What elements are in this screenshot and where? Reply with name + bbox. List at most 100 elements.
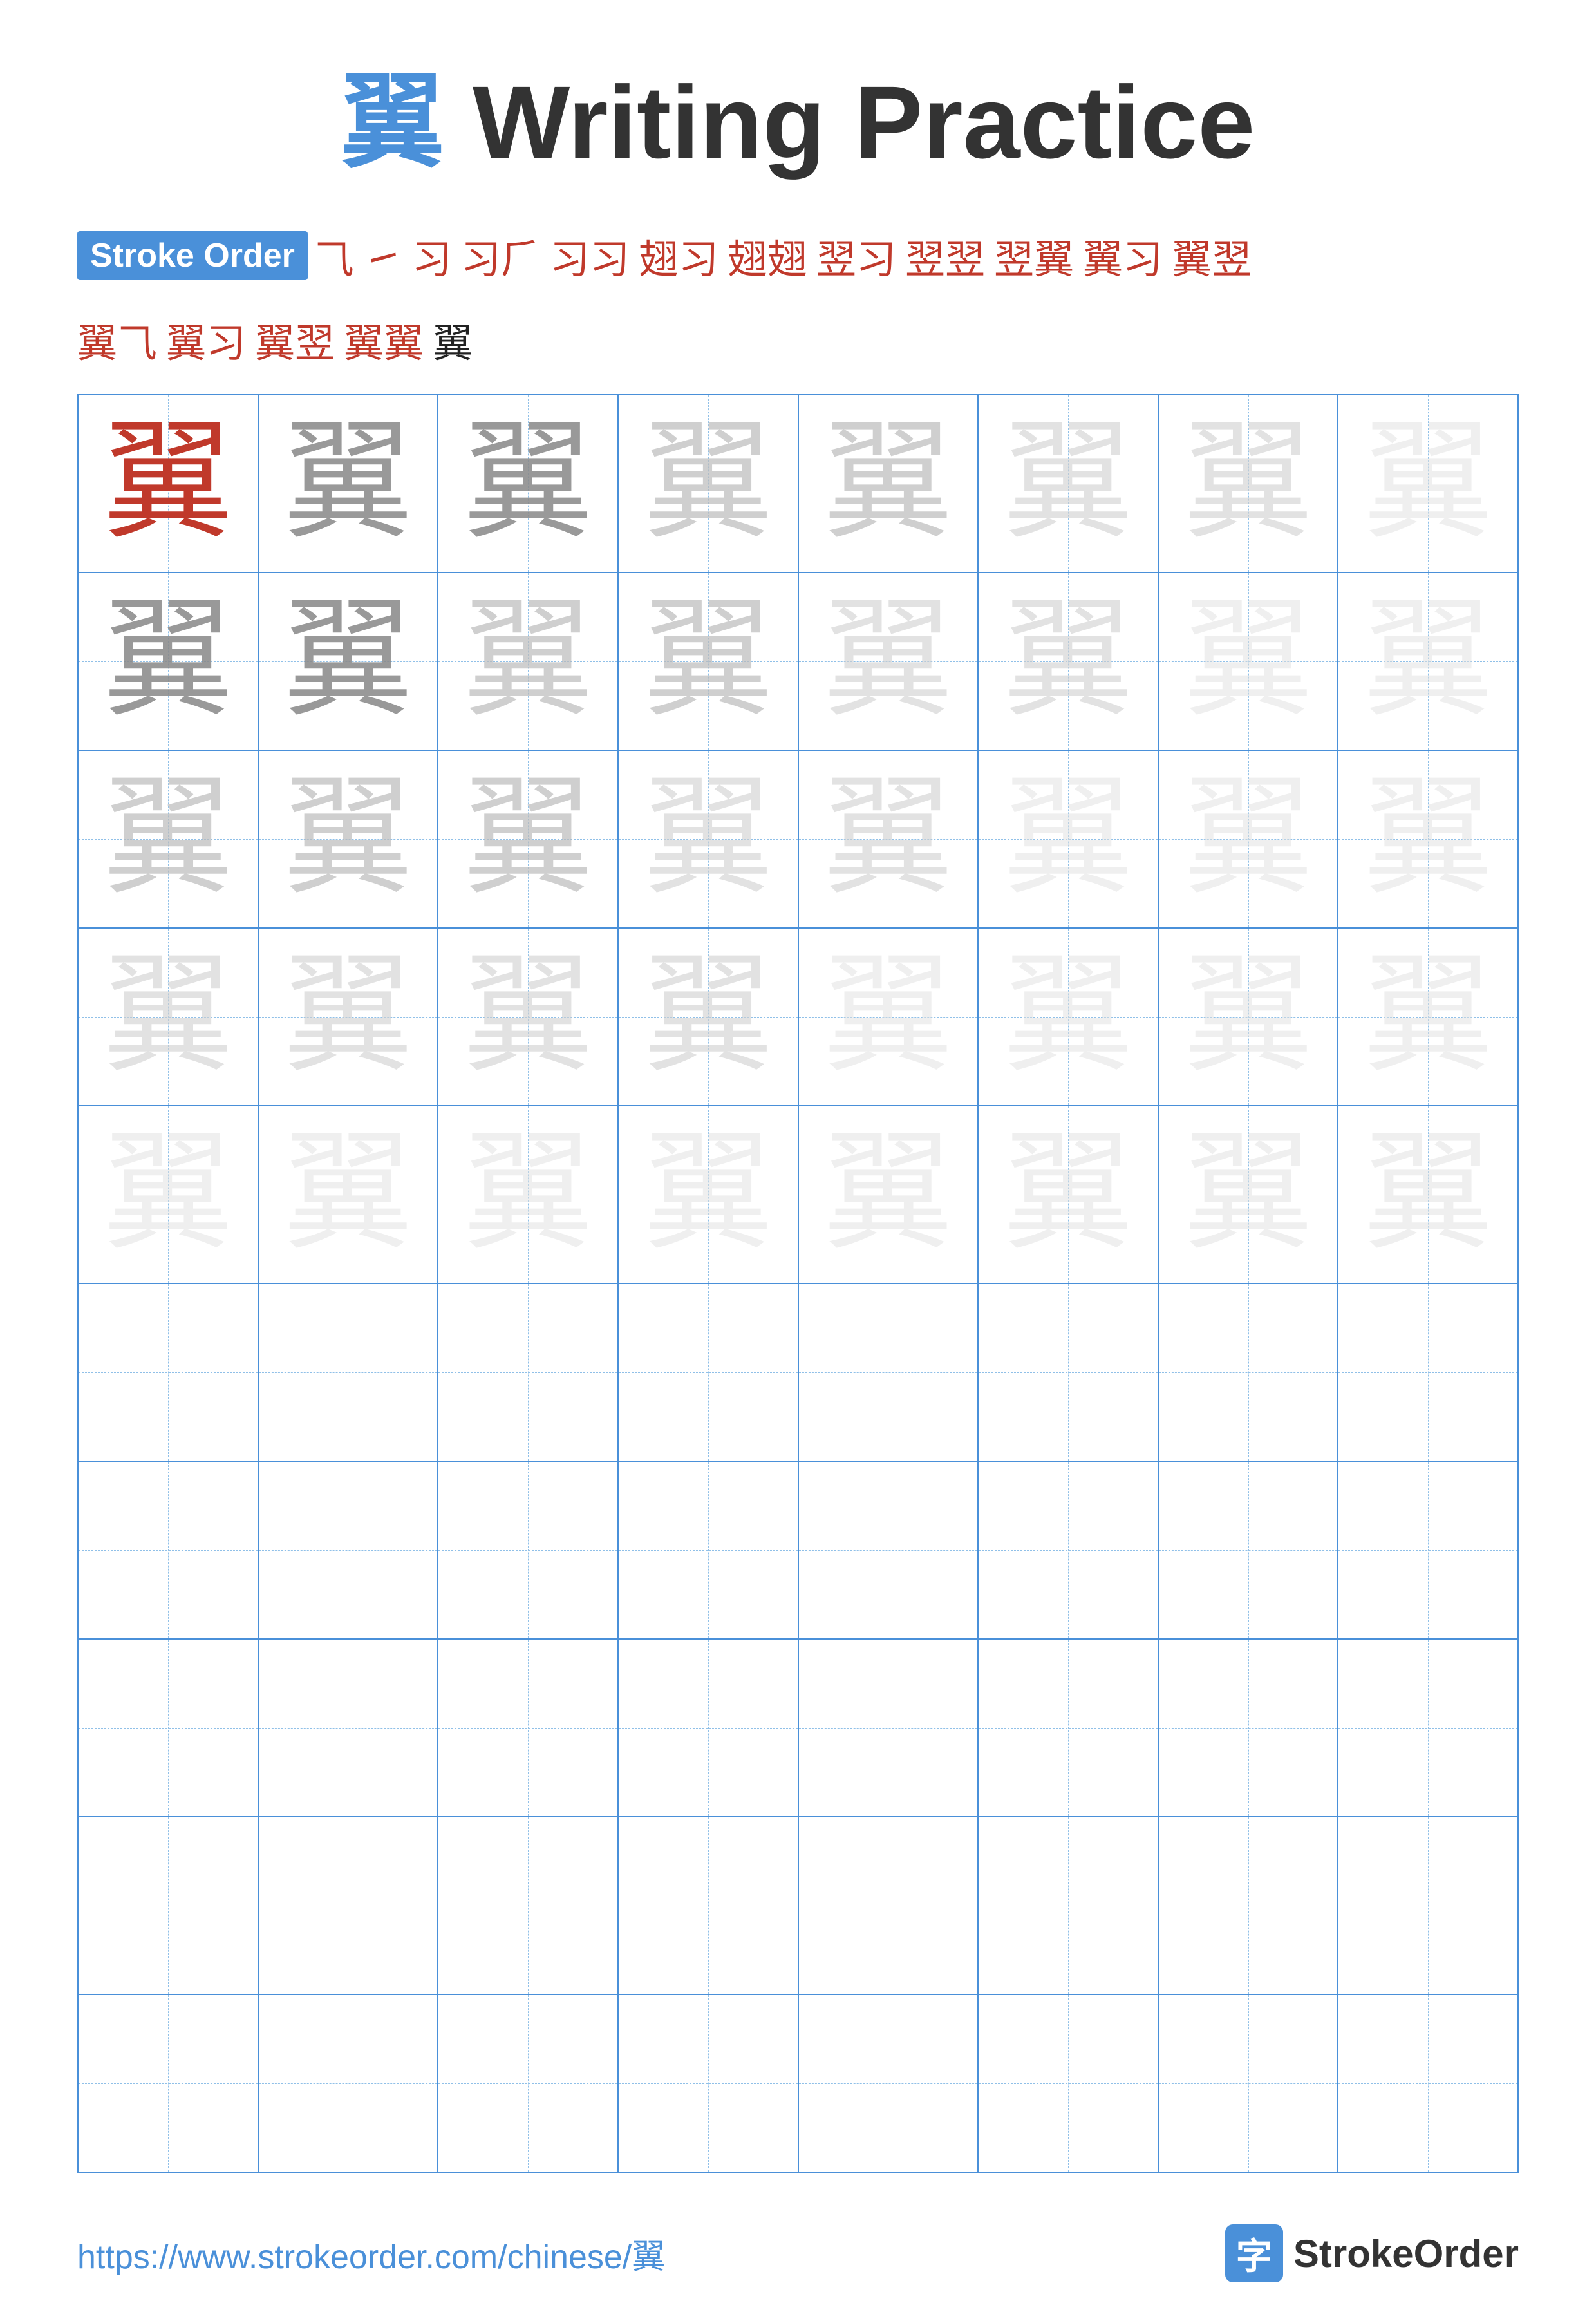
empty-cell-6-2[interactable]	[259, 1284, 439, 1461]
practice-char: 翼	[464, 775, 592, 904]
grid-cell-1-3[interactable]: 翼	[438, 395, 619, 572]
grid-cell-3-1[interactable]: 翼	[79, 751, 259, 927]
grid-cell-1-6[interactable]: 翼	[979, 395, 1159, 572]
grid-cell-2-3[interactable]: 翼	[438, 573, 619, 750]
grid-cell-4-8[interactable]: 翼	[1338, 929, 1517, 1105]
empty-cell-7-1[interactable]	[79, 1462, 259, 1638]
empty-cell-9-8[interactable]	[1338, 1817, 1517, 1994]
grid-cell-2-4[interactable]: 翼	[619, 573, 799, 750]
empty-cell-10-7[interactable]	[1159, 1995, 1339, 2172]
footer-logo-text: StrokeOrder	[1293, 2231, 1519, 2276]
empty-cell-6-6[interactable]	[979, 1284, 1159, 1461]
empty-cell-10-6[interactable]	[979, 1995, 1159, 2172]
empty-cell-8-6[interactable]	[979, 1640, 1159, 1816]
grid-cell-3-4[interactable]: 翼	[619, 751, 799, 927]
empty-cell-10-5[interactable]	[799, 1995, 979, 2172]
empty-cell-9-4[interactable]	[619, 1817, 799, 1994]
grid-cell-4-6[interactable]: 翼	[979, 929, 1159, 1105]
empty-cell-8-2[interactable]	[259, 1640, 439, 1816]
grid-cell-4-5[interactable]: 翼	[799, 929, 979, 1105]
grid-cell-2-5[interactable]: 翼	[799, 573, 979, 750]
empty-cell-8-8[interactable]	[1338, 1640, 1517, 1816]
practice-char: 翼	[823, 775, 952, 904]
grid-cell-3-8[interactable]: 翼	[1338, 751, 1517, 927]
grid-cell-2-8[interactable]: 翼	[1338, 573, 1517, 750]
practice-char: 翼	[823, 419, 952, 548]
grid-cell-5-3[interactable]: 翼	[438, 1106, 619, 1283]
grid-cell-4-4[interactable]: 翼	[619, 929, 799, 1105]
practice-char: 翼	[283, 775, 412, 904]
grid-cell-4-7[interactable]: 翼	[1159, 929, 1339, 1105]
practice-char: 翼	[464, 952, 592, 1081]
grid-row-9	[79, 1817, 1517, 1995]
empty-cell-8-4[interactable]	[619, 1640, 799, 1816]
grid-cell-3-3[interactable]: 翼	[438, 751, 619, 927]
empty-cell-9-6[interactable]	[979, 1817, 1159, 1994]
empty-cell-6-7[interactable]	[1159, 1284, 1339, 1461]
empty-cell-8-1[interactable]	[79, 1640, 259, 1816]
empty-cell-9-2[interactable]	[259, 1817, 439, 1994]
grid-cell-2-1[interactable]: 翼	[79, 573, 259, 750]
grid-cell-1-2[interactable]: 翼	[259, 395, 439, 572]
empty-cell-6-3[interactable]	[438, 1284, 619, 1461]
stroke-step-16: 翼翼	[344, 310, 424, 368]
empty-cell-10-1[interactable]	[79, 1995, 259, 2172]
empty-cell-9-7[interactable]	[1159, 1817, 1339, 1994]
empty-cell-7-8[interactable]	[1338, 1462, 1517, 1638]
empty-cell-10-3[interactable]	[438, 1995, 619, 2172]
empty-cell-9-5[interactable]	[799, 1817, 979, 1994]
footer-url[interactable]: https://www.strokeorder.com/chinese/翼	[77, 2230, 665, 2278]
empty-cell-7-6[interactable]	[979, 1462, 1159, 1638]
grid-cell-5-6[interactable]: 翼	[979, 1106, 1159, 1283]
empty-cell-6-8[interactable]	[1338, 1284, 1517, 1461]
grid-cell-4-2[interactable]: 翼	[259, 929, 439, 1105]
empty-cell-8-5[interactable]	[799, 1640, 979, 1816]
grid-cell-5-2[interactable]: 翼	[259, 1106, 439, 1283]
empty-cell-10-8[interactable]	[1338, 1995, 1517, 2172]
grid-cell-5-1[interactable]: 翼	[79, 1106, 259, 1283]
grid-cell-2-6[interactable]: 翼	[979, 573, 1159, 750]
grid-cell-5-4[interactable]: 翼	[619, 1106, 799, 1283]
grid-cell-5-7[interactable]: 翼	[1159, 1106, 1339, 1283]
empty-cell-9-3[interactable]	[438, 1817, 619, 1994]
practice-char: 翼	[644, 597, 773, 726]
grid-cell-1-4[interactable]: 翼	[619, 395, 799, 572]
grid-cell-5-8[interactable]: 翼	[1338, 1106, 1517, 1283]
footer: https://www.strokeorder.com/chinese/翼 字 …	[77, 2212, 1519, 2282]
empty-cell-6-5[interactable]	[799, 1284, 979, 1461]
empty-cell-10-2[interactable]	[259, 1995, 439, 2172]
grid-cell-2-2[interactable]: 翼	[259, 573, 439, 750]
grid-cell-4-3[interactable]: 翼	[438, 929, 619, 1105]
grid-cell-3-2[interactable]: 翼	[259, 751, 439, 927]
empty-cell-10-4[interactable]	[619, 1995, 799, 2172]
grid-row-3: 翼 翼 翼 翼 翼 翼 翼 翼	[79, 751, 1517, 929]
grid-cell-3-7[interactable]: 翼	[1159, 751, 1339, 927]
empty-cell-7-4[interactable]	[619, 1462, 799, 1638]
empty-cell-7-5[interactable]	[799, 1462, 979, 1638]
grid-cell-1-5[interactable]: 翼	[799, 395, 979, 572]
empty-cell-6-1[interactable]	[79, 1284, 259, 1461]
stroke-step-17: 翼	[433, 310, 473, 368]
grid-cell-4-1[interactable]: 翼	[79, 929, 259, 1105]
practice-char: 翼	[644, 775, 773, 904]
practice-char: 翼	[283, 1130, 412, 1259]
grid-cell-1-1[interactable]: 翼	[79, 395, 259, 572]
grid-cell-3-5[interactable]: 翼	[799, 751, 979, 927]
grid-cell-3-6[interactable]: 翼	[979, 751, 1159, 927]
grid-cell-2-7[interactable]: 翼	[1159, 573, 1339, 750]
empty-cell-7-3[interactable]	[438, 1462, 619, 1638]
stroke-step-3: 习	[412, 227, 452, 285]
empty-cell-6-4[interactable]	[619, 1284, 799, 1461]
practice-char: 翼	[1364, 1130, 1492, 1259]
grid-cell-5-5[interactable]: 翼	[799, 1106, 979, 1283]
grid-cell-1-8[interactable]: 翼	[1338, 395, 1517, 572]
empty-cell-7-7[interactable]	[1159, 1462, 1339, 1638]
empty-cell-8-3[interactable]	[438, 1640, 619, 1816]
practice-char: 翼	[1184, 1130, 1313, 1259]
empty-cell-7-2[interactable]	[259, 1462, 439, 1638]
stroke-step-8: 翌习	[816, 227, 896, 285]
empty-cell-8-7[interactable]	[1159, 1640, 1339, 1816]
page: 翼 Writing Practice Stroke Order ⺄ ㇀ 习 习⺁…	[0, 0, 1596, 2321]
empty-cell-9-1[interactable]	[79, 1817, 259, 1994]
grid-cell-1-7[interactable]: 翼	[1159, 395, 1339, 572]
